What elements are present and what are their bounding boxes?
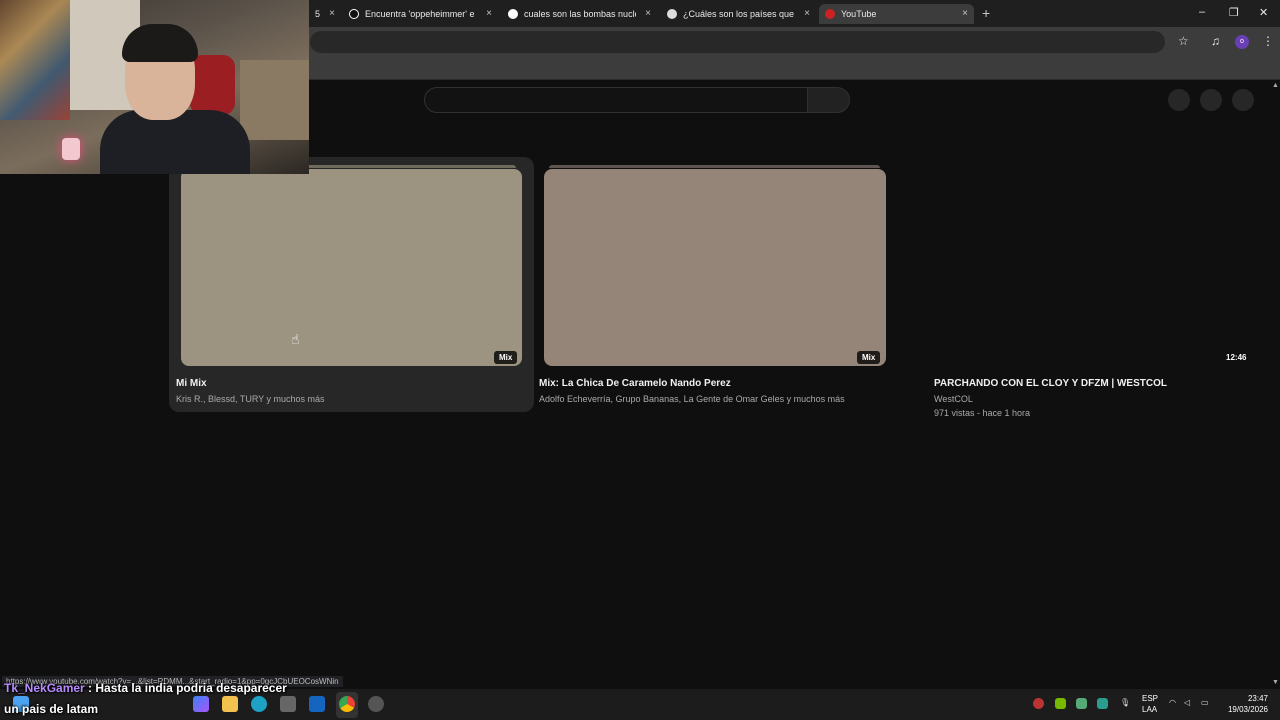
video-title[interactable]: PARCHANDO CON EL CLOY Y DFZM | WESTCOL xyxy=(934,378,1167,389)
tab-title: 5 xyxy=(315,9,321,19)
mix-badge: Mix xyxy=(494,351,518,364)
mix-stack-edge xyxy=(549,165,880,168)
video-thumbnail[interactable] xyxy=(544,169,886,366)
notifications-icon[interactable] xyxy=(1200,89,1222,111)
close-window-button[interactable]: ✕ xyxy=(1259,6,1268,19)
scroll-up-arrow[interactable]: ▲ xyxy=(1272,82,1279,89)
tray-app-icon[interactable] xyxy=(1033,698,1044,709)
video-meta: Adolfo Echeverría, Grupo Bananas, La Gen… xyxy=(539,394,845,404)
microphone-icon[interactable]: 🎙 xyxy=(1120,698,1130,707)
tab-title: Encuentra 'oppeheimmer' en TikTok xyxy=(365,9,475,19)
language-indicator[interactable]: ESP LAA xyxy=(1142,693,1158,715)
video-thumbnail[interactable] xyxy=(181,169,522,366)
chat-message: Hasta la india podria desaparecer xyxy=(95,681,287,695)
media-control-icon[interactable]: ♫ xyxy=(1211,34,1220,48)
tab-close-icon[interactable]: × xyxy=(645,8,651,19)
tab-youtube[interactable]: YouTube × xyxy=(819,4,974,24)
web-icon xyxy=(667,9,677,19)
profile-avatar[interactable]: o xyxy=(1235,35,1249,49)
video-title[interactable]: Mi Mix xyxy=(176,378,207,389)
minimize-button[interactable]: – xyxy=(1199,6,1205,18)
obs-icon[interactable] xyxy=(368,696,384,712)
chat-separator: : xyxy=(84,681,96,695)
new-tab-button[interactable]: + xyxy=(982,5,990,21)
background-poster xyxy=(0,0,70,120)
screen: 5 × Encuentra 'oppeheimmer' en TikTok × … xyxy=(0,0,1280,720)
address-bar[interactable] xyxy=(310,31,1165,53)
streamer-hair xyxy=(122,24,198,62)
tab-close-icon[interactable]: × xyxy=(329,8,335,19)
google-icon xyxy=(508,9,518,19)
tab-title: ¿Cuáles son los países que tienen xyxy=(683,9,795,19)
background-shelf xyxy=(240,60,309,140)
nvidia-icon[interactable] xyxy=(1055,698,1066,709)
chat-username: Tk_NekGamer xyxy=(4,681,85,695)
streamer-body xyxy=(100,110,250,174)
system-clock[interactable]: 23:47 19/03/2026 xyxy=(1224,693,1268,715)
webcam-overlay xyxy=(0,0,309,174)
outlook-icon[interactable] xyxy=(309,696,325,712)
tab-google-search[interactable]: cuales son las bombas nucleares × xyxy=(502,4,657,24)
clock-time: 23:47 xyxy=(1247,694,1268,703)
wifi-icon[interactable]: ◠ xyxy=(1169,698,1176,707)
stream-chat-message: Tk_NekGamer : Hasta la india podria desa… xyxy=(4,678,287,720)
menu-icon[interactable]: ⋮ xyxy=(1262,34,1274,48)
tiktok-icon xyxy=(349,9,359,19)
volume-icon[interactable]: ◁ xyxy=(1184,698,1190,707)
mouse-cursor-icon: ☝ xyxy=(291,331,300,347)
create-icon[interactable] xyxy=(1168,89,1190,111)
battery-icon[interactable]: ▭ xyxy=(1201,698,1209,707)
tab-title: cuales son las bombas nucleares xyxy=(524,9,636,19)
tab-title: YouTube xyxy=(841,9,877,19)
video-meta: 971 vistas - hace 1 hora xyxy=(934,408,1031,418)
scroll-down-arrow[interactable]: ▼ xyxy=(1272,679,1279,686)
region-code: LAA xyxy=(1142,705,1158,714)
tab-tiktok[interactable]: Encuentra 'oppeheimmer' en TikTok × xyxy=(343,4,498,24)
gaming-chair xyxy=(190,55,235,115)
security-icon[interactable] xyxy=(1097,698,1108,709)
account-avatar[interactable] xyxy=(1232,89,1254,111)
bookmark-star-icon[interactable]: ☆ xyxy=(1178,34,1189,48)
duration-badge: 12:46 xyxy=(1226,353,1247,362)
channel-name[interactable]: WestCOL xyxy=(934,394,973,404)
video-title[interactable]: Mix: La Chica De Caramelo Nando Perez xyxy=(539,378,731,389)
video-meta: Kris R., Blessd, TURY y muchos más xyxy=(176,394,325,404)
tab-partial[interactable]: 5 × xyxy=(309,4,341,24)
chat-message-cont: un pais de latam xyxy=(4,702,99,716)
mix-badge: Mix xyxy=(857,351,881,364)
restore-button[interactable]: ❐ xyxy=(1229,6,1239,19)
tab-close-icon[interactable]: × xyxy=(962,8,968,19)
desk-lamp xyxy=(62,138,80,160)
youtube-search-button[interactable] xyxy=(807,87,850,113)
tray-app-icon[interactable] xyxy=(1076,698,1087,709)
clock-date: 19/03/2026 xyxy=(1227,705,1268,714)
youtube-icon xyxy=(825,9,835,19)
tab-close-icon[interactable]: × xyxy=(804,8,810,19)
youtube-search-input[interactable] xyxy=(424,87,808,113)
tab-countries[interactable]: ¿Cuáles son los países que tienen × xyxy=(661,4,816,24)
tab-close-icon[interactable]: × xyxy=(486,8,492,19)
video-thumbnail[interactable] xyxy=(929,169,1251,366)
language-code: ESP xyxy=(1142,694,1159,703)
chrome-icon[interactable] xyxy=(339,696,355,712)
